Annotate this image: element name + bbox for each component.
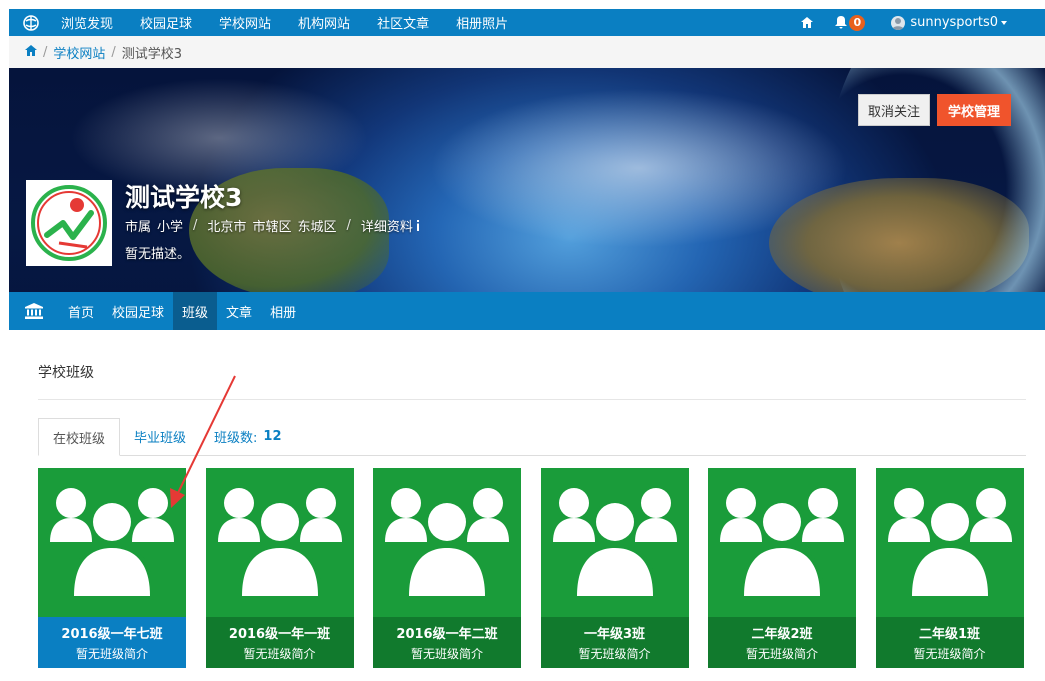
class-label: 一年级3班 暂无班级简介 <box>540 617 689 668</box>
group-icon <box>385 487 509 596</box>
topnav-school-sites[interactable]: 学校网站 <box>219 13 271 32</box>
class-count: 班级数: 12 <box>200 418 281 455</box>
school-navbar: 首页 校园足球 班级 文章 相册 <box>9 292 1045 330</box>
divider <box>38 399 1026 400</box>
school-name: 测试学校3 <box>125 183 243 212</box>
topnav-photos[interactable]: 相册照片 <box>456 13 508 32</box>
class-tabs: 在校班级 毕业班级 班级数: 12 <box>38 418 1026 456</box>
class-name: 2016级一年七班 <box>61 627 163 642</box>
school-emblem-icon <box>31 185 107 261</box>
class-description: 暂无班级简介 <box>913 647 986 661</box>
details-link[interactable]: 详细资料 <box>361 216 413 235</box>
meta-separator: / <box>346 218 351 233</box>
school-description: 暂无描述。 <box>125 247 191 262</box>
unfollow-button[interactable]: 取消关注 <box>858 94 930 126</box>
class-card[interactable]: 二年级2班 暂无班级简介 <box>708 468 856 668</box>
class-card[interactable]: 2016级一年七班 暂无班级简介 <box>38 468 186 668</box>
top-navbar: 浏览发现 校园足球 学校网站 机构网站 社区文章 相册照片 0 sunnyspo… <box>9 9 1045 36</box>
schoolnav-campus-football[interactable]: 校园足球 <box>103 292 173 330</box>
user-avatar-icon <box>891 15 906 30</box>
class-name: 二年级2班 <box>751 627 813 642</box>
home-icon[interactable] <box>801 17 814 28</box>
class-description: 暂无班级简介 <box>745 647 818 661</box>
class-name: 2016级一年一班 <box>228 627 331 642</box>
class-image <box>540 468 689 617</box>
school-banner: 测试学校3 市属 小学 / 北京市 市辖区 东城区 / 详细资料 暂无描述。 取… <box>9 68 1045 292</box>
notification-badge: 0 <box>849 14 866 31</box>
schoolnav-classes[interactable]: 班级 <box>173 292 218 330</box>
username: sunnysports0 <box>910 15 998 30</box>
class-label: 二年级2班 暂无班级简介 <box>708 617 856 668</box>
school-manage-button[interactable]: 学校管理 <box>937 94 1011 126</box>
school-city: 北京市 <box>207 220 247 235</box>
class-image <box>205 468 354 617</box>
breadcrumb-current: 测试学校3 <box>121 46 183 62</box>
school-type1: 市属 <box>125 220 152 235</box>
info-icon[interactable] <box>416 220 420 231</box>
notifications-button[interactable]: 0 <box>835 14 866 31</box>
group-icon <box>50 487 174 596</box>
breadcrumb-school-sites[interactable]: 学校网站 <box>53 43 105 62</box>
class-image <box>38 468 186 617</box>
class-label: 2016级一年七班 暂无班级简介 <box>38 617 186 668</box>
class-description: 暂无班级简介 <box>578 647 651 661</box>
class-count-label: 班级数: <box>214 431 258 446</box>
class-name: 2016级一年二班 <box>396 627 498 642</box>
class-description: 暂无班级简介 <box>243 647 316 661</box>
class-image <box>875 468 1024 617</box>
chevron-down-icon <box>1001 20 1007 25</box>
group-icon <box>720 487 844 596</box>
class-card[interactable]: 二年级1班 暂无班级简介 <box>875 468 1024 668</box>
class-card[interactable]: 2016级一年一班 暂无班级简介 <box>205 468 354 668</box>
tab-current-classes[interactable]: 在校班级 <box>38 418 121 456</box>
class-cards: 2016级一年七班 暂无班级简介 2016级一年一班 暂无班级简介 2016级一… <box>38 468 1028 668</box>
topnav-browse[interactable]: 浏览发现 <box>61 13 113 32</box>
class-card[interactable]: 2016级一年二班 暂无班级简介 <box>373 468 521 668</box>
user-menu[interactable]: sunnysports0 <box>891 15 1007 30</box>
meta-separator: / <box>193 218 198 233</box>
class-description: 暂无班级简介 <box>75 647 148 661</box>
bank-icon[interactable] <box>9 292 59 330</box>
schoolnav-articles[interactable]: 文章 <box>217 292 261 330</box>
section-title: 学校班级 <box>38 365 94 381</box>
school-district2: 东城区 <box>297 220 337 235</box>
class-label: 2016级一年二班 暂无班级简介 <box>373 617 521 668</box>
class-image <box>708 468 856 617</box>
school-type2: 小学 <box>157 220 184 235</box>
site-logo-icon[interactable] <box>19 9 43 36</box>
schoolnav-home[interactable]: 首页 <box>59 292 103 330</box>
tab-graduated-classes[interactable]: 毕业班级 <box>120 418 200 455</box>
class-name: 二年级1班 <box>918 627 981 642</box>
class-image <box>373 468 521 617</box>
breadcrumb: / 学校网站 / 测试学校3 <box>9 36 1045 68</box>
school-district1: 市辖区 <box>252 220 292 235</box>
breadcrumb-separator: / <box>43 44 48 60</box>
bell-icon <box>835 16 848 29</box>
group-icon <box>217 487 342 596</box>
class-count-value: 12 <box>263 429 282 444</box>
breadcrumb-separator: / <box>111 44 116 60</box>
class-description: 暂无班级简介 <box>410 647 483 661</box>
schoolnav-albums[interactable]: 相册 <box>261 292 305 330</box>
class-label: 2016级一年一班 暂无班级简介 <box>205 617 354 668</box>
topnav-campus-football[interactable]: 校园足球 <box>140 13 192 32</box>
topnav-org-sites[interactable]: 机构网站 <box>298 13 350 32</box>
classes-panel: 学校班级 在校班级 毕业班级 班级数: 12 2016级一年七班 暂无班级简介 <box>9 330 1045 681</box>
breadcrumb-home-icon[interactable] <box>25 44 37 60</box>
group-icon <box>887 487 1012 596</box>
group-icon <box>552 487 677 596</box>
topnav-community-articles[interactable]: 社区文章 <box>377 13 429 32</box>
class-card[interactable]: 一年级3班 暂无班级简介 <box>540 468 689 668</box>
class-label: 二年级1班 暂无班级简介 <box>875 617 1024 668</box>
class-name: 一年级3班 <box>583 627 646 642</box>
school-meta: 市属 小学 / 北京市 市辖区 东城区 / 详细资料 <box>125 216 420 235</box>
school-logo <box>26 180 112 266</box>
